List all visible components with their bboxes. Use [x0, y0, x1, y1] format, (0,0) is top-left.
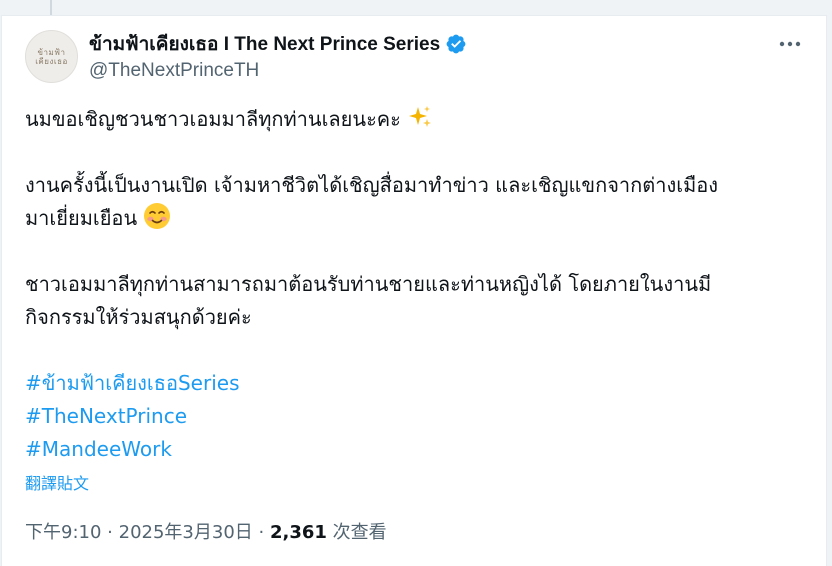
- verified-badge-icon: [446, 34, 466, 54]
- tweet-paragraph-3-line-2: กิจกรรมให้ร่วมสนุกด้วยค่ะ: [25, 305, 252, 329]
- tweet-paragraph-2-line-2-text: มาเยี่ยมเยือน: [25, 206, 138, 230]
- author-handle[interactable]: @TheNextPrinceTH: [89, 60, 259, 82]
- author-name-row: ข้ามฟ้าเคียงเธอ I The Next Prince Series: [89, 32, 467, 56]
- smiling-face-emoji: [144, 203, 171, 229]
- author-display-name[interactable]: ข้ามฟ้าเคียงเธอ I The Next Prince Series: [89, 29, 440, 59]
- tweet-paragraph-1: นมขอเชิญชวนชาวเอมมาลีทุกท่านเลยนะคะ: [25, 103, 805, 136]
- hashtag-link-2[interactable]: #TheNextPrince: [25, 400, 805, 433]
- avatar-logo-line-2: เคียงเธอ: [35, 56, 68, 66]
- hashtag-link-3[interactable]: #MandeeWork: [25, 433, 805, 466]
- meta-separator: ·: [107, 522, 113, 543]
- views-label: 次查看: [332, 522, 387, 543]
- post-time[interactable]: 下午9:10: [25, 522, 101, 543]
- views-count: 2,361: [270, 522, 327, 543]
- tweet-paragraph-1-text: นมขอเชิญชวนชาวเอมมาลีทุกท่านเลยนะคะ: [25, 107, 401, 131]
- avatar[interactable]: ข้ามฟ้า เคียงเธอ: [25, 30, 78, 83]
- more-options-icon: [779, 41, 801, 47]
- more-options-button[interactable]: [774, 30, 806, 58]
- post-date[interactable]: 2025年3月30日: [119, 522, 253, 543]
- tweet-paragraph-2-line-1: งานครั้งนี้เป็นงานเปิด เจ้ามหาชีวิตได้เช…: [25, 173, 719, 197]
- meta-separator: ·: [258, 522, 265, 543]
- sparkles-emoji: [408, 106, 431, 127]
- tweet-metadata: 下午9:10 · 2025年3月30日 · 2,361 次查看: [25, 518, 387, 544]
- translate-post-link[interactable]: 翻譯貼文: [25, 470, 89, 494]
- tweet-text: นมขอเชิญชวนชาวเอมมาลีทุกท่านเลยนะคะ งานค…: [25, 103, 805, 466]
- tweet-paragraph-3-line-1: ชาวเอมมาลีทุกท่านสามารถมาต้อนรับท่านชายแ…: [25, 272, 712, 296]
- hashtag-link-1[interactable]: #ข้ามฟ้าเคียงเธอSeries: [25, 367, 805, 400]
- avatar-logo-line-1: ข้ามฟ้า: [37, 47, 66, 57]
- tweet-paragraph-2-line-2: มาเยี่ยมเยือน: [25, 202, 805, 235]
